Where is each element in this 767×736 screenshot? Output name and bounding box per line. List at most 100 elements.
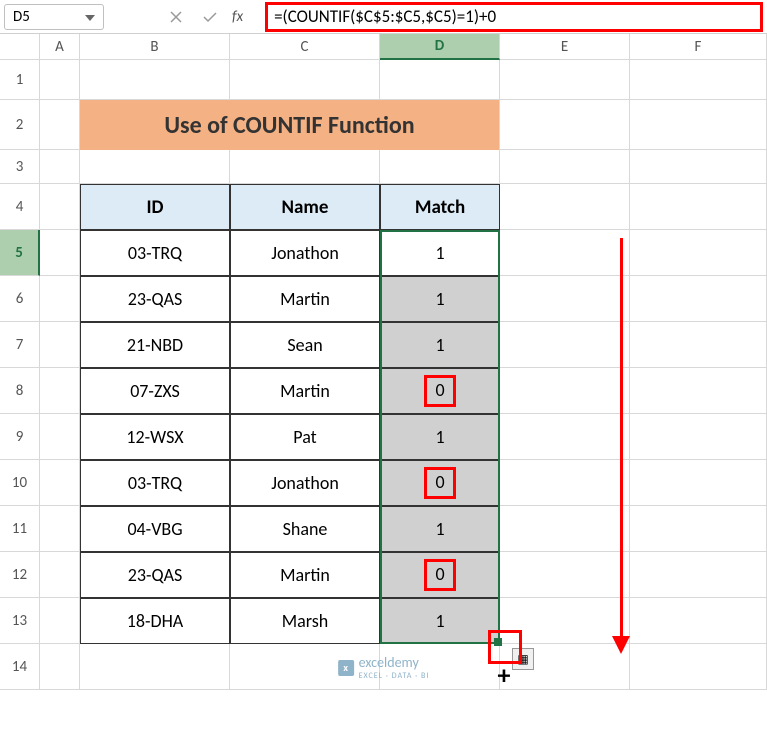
chevron-down-icon[interactable] xyxy=(85,8,95,26)
row-header-4[interactable]: 4 xyxy=(0,184,40,230)
cell[interactable] xyxy=(500,100,630,150)
row-header-1[interactable]: 1 xyxy=(0,60,40,100)
name-box[interactable]: D5 xyxy=(4,4,104,30)
header-match[interactable]: Match xyxy=(380,184,500,230)
cell[interactable] xyxy=(500,322,630,368)
col-header-f[interactable]: F xyxy=(630,34,767,60)
cell[interactable] xyxy=(380,60,500,100)
cell-id[interactable]: 07-ZXS xyxy=(80,368,230,414)
formula-input[interactable]: =(COUNTIF($C$5:$C5,$C5)=1)+0 xyxy=(265,2,763,32)
cell[interactable] xyxy=(40,276,80,322)
cell[interactable] xyxy=(40,230,80,276)
cell[interactable] xyxy=(630,460,767,506)
row-header-12[interactable]: 12 xyxy=(0,552,40,598)
cell-name[interactable]: Jonathon xyxy=(230,460,380,506)
cell[interactable] xyxy=(500,150,630,184)
col-header-d[interactable]: D xyxy=(380,34,500,60)
cell[interactable] xyxy=(500,276,630,322)
cell[interactable] xyxy=(230,150,380,184)
cell[interactable] xyxy=(500,368,630,414)
cell[interactable] xyxy=(40,506,80,552)
cell-id[interactable]: 03-TRQ xyxy=(80,460,230,506)
cell[interactable] xyxy=(80,644,230,690)
row-header-7[interactable]: 7 xyxy=(0,322,40,368)
cell-name[interactable]: Martin xyxy=(230,368,380,414)
header-name[interactable]: Name xyxy=(230,184,380,230)
cell-id[interactable]: 04-VBG xyxy=(80,506,230,552)
cell[interactable] xyxy=(500,552,630,598)
cell-match[interactable]: 1 xyxy=(380,414,500,460)
cell-name[interactable]: Martin xyxy=(230,276,380,322)
cell[interactable] xyxy=(500,230,630,276)
cell[interactable] xyxy=(40,184,80,230)
cancel-icon[interactable] xyxy=(164,5,188,29)
row-header-14[interactable]: 14 xyxy=(0,644,40,690)
cell-name[interactable]: Marsh xyxy=(230,598,380,644)
cell[interactable] xyxy=(630,598,767,644)
cell[interactable] xyxy=(500,506,630,552)
title-cell[interactable]: Use of COUNTIF Function xyxy=(80,100,500,150)
col-header-c[interactable]: C xyxy=(230,34,380,60)
row-header-9[interactable]: 9 xyxy=(0,414,40,460)
col-header-e[interactable]: E xyxy=(500,34,630,60)
cell[interactable] xyxy=(500,184,630,230)
cell-match[interactable]: 0 xyxy=(380,460,500,506)
cell-match[interactable]: 1 xyxy=(380,322,500,368)
cell[interactable] xyxy=(40,598,80,644)
cell[interactable] xyxy=(500,60,630,100)
cell[interactable] xyxy=(40,60,80,100)
cell[interactable] xyxy=(40,552,80,598)
cell[interactable] xyxy=(630,276,767,322)
row-header-13[interactable]: 13 xyxy=(0,598,40,644)
col-header-a[interactable]: A xyxy=(40,34,80,60)
cell[interactable] xyxy=(630,368,767,414)
fx-icon[interactable]: fx xyxy=(232,8,243,26)
cell[interactable] xyxy=(40,100,80,150)
cell[interactable] xyxy=(630,644,767,690)
cell[interactable] xyxy=(80,60,230,100)
cell-match[interactable]: 1 xyxy=(380,506,500,552)
header-id[interactable]: ID xyxy=(80,184,230,230)
row-header-2[interactable]: 2 xyxy=(0,100,40,150)
cell-name[interactable]: Sean xyxy=(230,322,380,368)
row-header-8[interactable]: 8 xyxy=(0,368,40,414)
cell-id[interactable]: 12-WSX xyxy=(80,414,230,460)
cell[interactable] xyxy=(230,60,380,100)
cell-match[interactable]: 1 xyxy=(380,276,500,322)
col-header-b[interactable]: B xyxy=(80,34,230,60)
cell-match[interactable]: 0 xyxy=(380,552,500,598)
confirm-icon[interactable] xyxy=(198,5,222,29)
cell-id[interactable]: 03-TRQ xyxy=(80,230,230,276)
row-header-6[interactable]: 6 xyxy=(0,276,40,322)
cell[interactable] xyxy=(500,460,630,506)
cell-name[interactable]: Jonathon xyxy=(230,230,380,276)
row-header-10[interactable]: 10 xyxy=(0,460,40,506)
cell-match[interactable]: 1 xyxy=(380,230,500,276)
cell[interactable] xyxy=(40,322,80,368)
cell-name[interactable]: Shane xyxy=(230,506,380,552)
cell[interactable] xyxy=(40,150,80,184)
cell-id[interactable]: 21-NBD xyxy=(80,322,230,368)
row-header-11[interactable]: 11 xyxy=(0,506,40,552)
cell[interactable] xyxy=(630,100,767,150)
cell[interactable] xyxy=(380,150,500,184)
cell-id[interactable]: 23-QAS xyxy=(80,276,230,322)
cell-name[interactable]: Pat xyxy=(230,414,380,460)
cell[interactable] xyxy=(630,184,767,230)
cell-id[interactable]: 23-QAS xyxy=(80,552,230,598)
cell[interactable] xyxy=(80,150,230,184)
cell[interactable] xyxy=(630,552,767,598)
cell[interactable] xyxy=(40,644,80,690)
cell-match[interactable]: 0 xyxy=(380,368,500,414)
cell[interactable] xyxy=(630,150,767,184)
cell[interactable] xyxy=(40,414,80,460)
cell[interactable] xyxy=(500,414,630,460)
cell[interactable] xyxy=(630,60,767,100)
cell[interactable] xyxy=(630,230,767,276)
select-all-button[interactable] xyxy=(0,34,40,60)
cell[interactable] xyxy=(40,368,80,414)
cell[interactable] xyxy=(630,322,767,368)
cell[interactable] xyxy=(630,506,767,552)
row-header-3[interactable]: 3 xyxy=(0,150,40,184)
cell-id[interactable]: 18-DHA xyxy=(80,598,230,644)
